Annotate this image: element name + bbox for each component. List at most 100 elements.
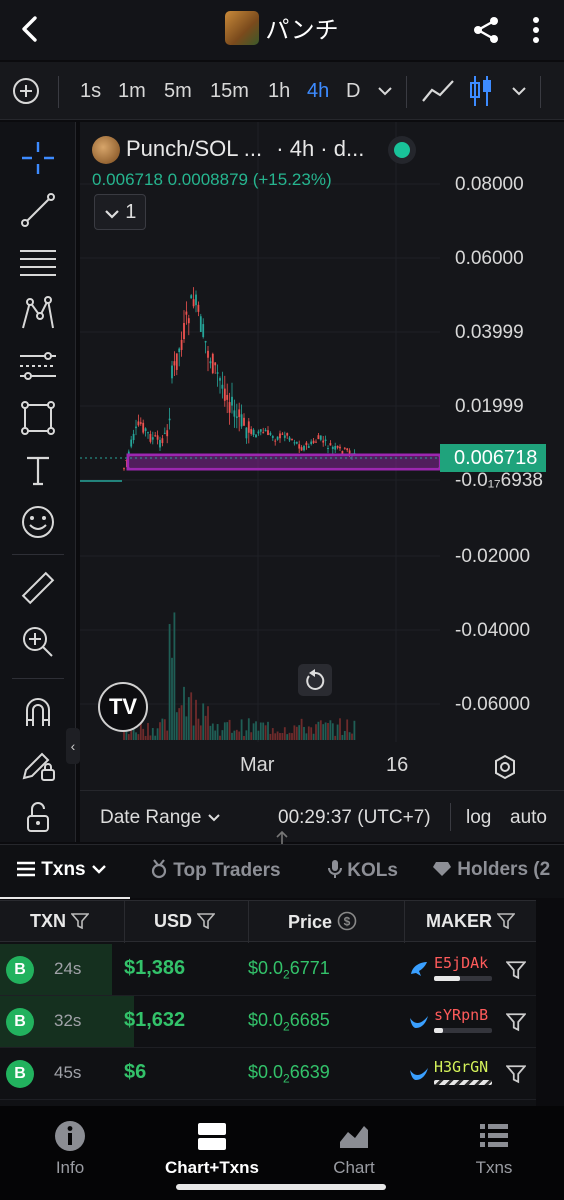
candlestick-chart-type-icon[interactable] xyxy=(466,74,496,108)
zoom-in-icon[interactable] xyxy=(18,622,58,662)
ohlc-readout: 0.006718 0.0008879 (+15.23%) xyxy=(92,170,332,189)
timeframe-1s[interactable]: 1s xyxy=(80,80,101,103)
trend-line-icon[interactable] xyxy=(18,190,58,230)
volume-bar xyxy=(209,725,212,740)
share-icon[interactable] xyxy=(470,14,502,46)
filter-icon[interactable] xyxy=(506,960,526,980)
nav-chart-txns[interactable]: Chart+Txns xyxy=(162,1106,262,1196)
volume-bar xyxy=(341,734,344,740)
candle-body xyxy=(142,422,145,433)
col-price-label: Price xyxy=(288,912,333,932)
candle-body xyxy=(252,429,255,435)
price-prefix: $0.0 xyxy=(248,1062,284,1082)
buy-badge: B xyxy=(6,1008,34,1036)
chevron-down-icon xyxy=(92,865,106,874)
indicator-collapse-button[interactable]: 1 xyxy=(94,194,146,230)
live-status-dot xyxy=(394,142,410,158)
timeframe-1m[interactable]: 1m xyxy=(118,80,146,103)
symbol-label[interactable]: Punch/SOL ... · 4h · d... xyxy=(126,136,364,162)
add-indicator-icon[interactable] xyxy=(12,77,40,105)
nav-info[interactable]: Info xyxy=(20,1106,120,1196)
volume-bar xyxy=(226,722,229,740)
candle-body xyxy=(187,318,190,324)
lock-drawing-pen-icon[interactable] xyxy=(18,744,58,784)
candle-body xyxy=(156,435,159,440)
maker-address[interactable]: H3GrGN xyxy=(434,1058,488,1076)
timeframe-15m[interactable]: 15m xyxy=(210,80,249,103)
col-txn[interactable]: TXN xyxy=(30,911,90,932)
tab-top-traders[interactable]: Top Traders xyxy=(150,859,281,882)
timeframe-4h-active[interactable]: 4h xyxy=(307,80,329,103)
col-maker[interactable]: MAKER xyxy=(426,911,516,932)
tab-kols[interactable]: KOLs xyxy=(328,859,398,882)
line-chart-type-icon[interactable] xyxy=(420,76,456,106)
info-icon xyxy=(55,1121,85,1151)
text-tool-icon[interactable] xyxy=(18,450,58,490)
fib-retracement-icon[interactable] xyxy=(18,242,58,282)
unlock-icon[interactable] xyxy=(18,796,58,836)
table-row[interactable]: B 32s $1,632 $0.026685 sYRpnB xyxy=(0,996,536,1048)
volume-bar xyxy=(243,735,245,740)
candle-body xyxy=(173,361,176,366)
filter-icon[interactable] xyxy=(506,1064,526,1084)
candle-body xyxy=(310,441,313,445)
date-range-button[interactable]: Date Range xyxy=(100,807,221,829)
axis-settings-icon[interactable] xyxy=(490,752,520,782)
table-row[interactable]: B 45s $6 $0.026639 H3GrGN xyxy=(0,1048,536,1100)
symbol-pair[interactable]: Punch/SOL ... xyxy=(126,136,262,161)
candle-body xyxy=(171,365,173,379)
col-usd[interactable]: USD xyxy=(154,911,216,932)
volume-bar xyxy=(173,612,176,740)
nav-chart[interactable]: Chart xyxy=(304,1106,404,1196)
reset-chart-button[interactable] xyxy=(298,664,332,696)
clock-timezone[interactable]: 00:29:37 (UTC+7) xyxy=(278,807,431,829)
magnet-icon[interactable] xyxy=(18,692,58,732)
volume-bar xyxy=(235,729,238,740)
y-axis-label: -0.02000 xyxy=(455,546,531,567)
data-tabs: Txns Top Traders KOLs Holders (2 xyxy=(0,844,564,899)
drawing-toolbar xyxy=(0,122,76,842)
candle-body xyxy=(183,323,185,340)
volume-bar xyxy=(353,720,356,740)
emoji-icon[interactable] xyxy=(18,502,58,542)
candle-body xyxy=(192,299,195,307)
volume-bar xyxy=(247,718,250,740)
candle-body xyxy=(211,353,214,374)
chart-bottom-bar: Date Range 00:29:37 (UTC+7) log auto xyxy=(80,790,564,842)
y-axis-label: 0.01999 xyxy=(455,396,524,417)
y-axis-label: -0.06000 xyxy=(455,694,531,715)
app-header: パンチ xyxy=(0,0,564,60)
nav-txns[interactable]: Txns xyxy=(444,1106,544,1196)
maker-address[interactable]: E5jDAk xyxy=(434,954,488,972)
chevron-down-icon[interactable] xyxy=(510,84,528,98)
timeframe-5m[interactable]: 5m xyxy=(164,80,192,103)
maker-address[interactable]: sYRpnB xyxy=(434,1006,488,1024)
col-price[interactable]: Price $ xyxy=(288,911,357,933)
filter-icon[interactable] xyxy=(506,1012,526,1032)
forecast-icon[interactable] xyxy=(18,346,58,386)
pattern-icon[interactable] xyxy=(18,294,58,334)
timeframe-1h[interactable]: 1h xyxy=(268,80,290,103)
chevron-down-icon[interactable] xyxy=(376,84,394,98)
tab-holders[interactable]: Holders (2 xyxy=(432,859,550,881)
table-row[interactable]: B 24s $1,386 $0.026771 E5jDAk xyxy=(0,944,536,996)
tab-txns[interactable]: Txns xyxy=(16,859,107,881)
tab-kols-label: KOLs xyxy=(347,860,398,881)
volume-bar xyxy=(281,732,284,740)
more-options-icon[interactable] xyxy=(522,14,550,46)
price-chart[interactable]: Punch/SOL ... · 4h · d... 0.006718 0.000… xyxy=(66,122,564,842)
maker-holding-bar xyxy=(434,1080,492,1085)
timeframe-d[interactable]: D xyxy=(346,80,360,103)
ruler-icon[interactable] xyxy=(18,568,58,608)
auto-scale-toggle[interactable]: auto xyxy=(510,807,547,829)
crosshair-icon[interactable] xyxy=(18,138,58,178)
home-indicator[interactable] xyxy=(176,1184,386,1190)
volume-bar xyxy=(339,718,341,740)
candle-body xyxy=(127,451,130,454)
tradingview-logo[interactable]: TV xyxy=(98,682,148,732)
rectangle-shape-icon[interactable] xyxy=(18,398,58,438)
toolbar-collapse-handle[interactable]: ‹ xyxy=(66,728,80,764)
txn-price: $0.026639 xyxy=(248,1062,330,1086)
candle-body xyxy=(327,448,329,450)
log-scale-toggle[interactable]: log xyxy=(466,807,491,829)
